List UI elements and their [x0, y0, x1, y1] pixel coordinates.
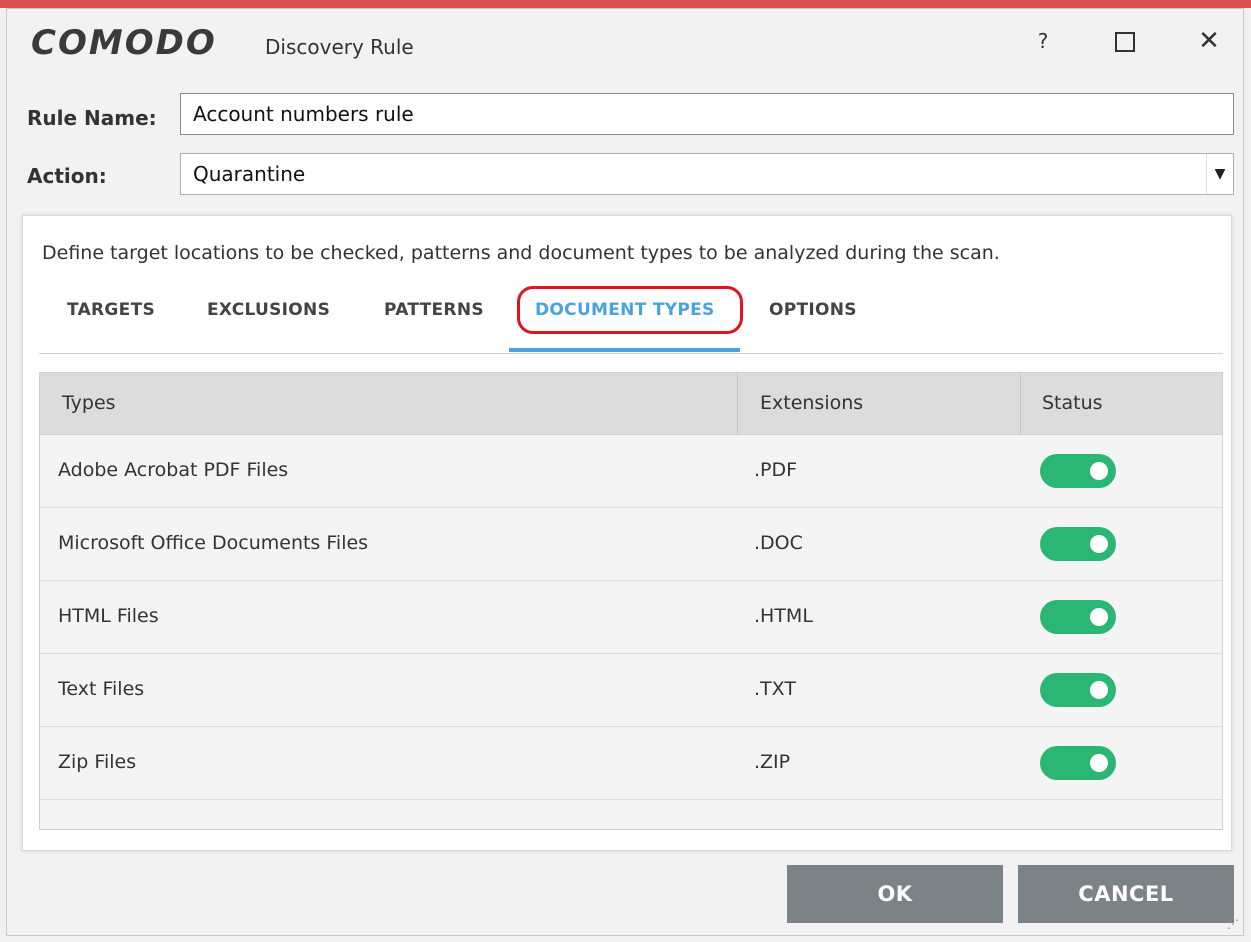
- status-toggle[interactable]: [1040, 527, 1116, 561]
- cell-type: HTML Files: [58, 605, 159, 627]
- table-row[interactable]: HTML Files .HTML: [40, 581, 1222, 654]
- tab-bar: TARGETS EXCLUSIONS PATTERNS DOCUMENT TYP…: [39, 286, 1223, 356]
- status-toggle[interactable]: [1040, 600, 1116, 634]
- cell-type: Adobe Acrobat PDF Files: [58, 459, 289, 481]
- action-select[interactable]: Quarantine ▼: [180, 153, 1234, 195]
- column-header-extensions[interactable]: Extensions: [760, 392, 863, 414]
- maximize-button[interactable]: [1107, 23, 1143, 59]
- cell-type: Text Files: [58, 678, 145, 700]
- resize-grip-icon[interactable]: ⋰: [1227, 917, 1239, 931]
- empty-row: [40, 800, 1222, 829]
- tab-patterns[interactable]: PATTERNS: [384, 300, 484, 320]
- toggle-knob: [1090, 535, 1108, 553]
- cell-type: Zip Files: [58, 751, 137, 773]
- rule-settings-panel: Define target locations to be checked, p…: [22, 215, 1232, 851]
- column-divider: [737, 373, 738, 435]
- toggle-knob: [1090, 608, 1108, 626]
- active-tab-indicator: [509, 348, 740, 352]
- close-button[interactable]: ✕: [1191, 23, 1227, 59]
- maximize-icon: [1115, 32, 1135, 52]
- comodo-logo: COMODO: [31, 23, 217, 63]
- column-divider: [1020, 373, 1021, 435]
- tab-options[interactable]: OPTIONS: [769, 300, 857, 320]
- ok-button[interactable]: OK: [787, 865, 1003, 923]
- tab-divider: [39, 353, 1223, 354]
- discovery-rule-dialog: COMODO Discovery Rule ? ✕ Rule Name: Acc…: [6, 8, 1244, 936]
- action-select-value: Quarantine: [193, 162, 306, 186]
- cell-extension: .PDF: [754, 459, 798, 481]
- dialog-title: Discovery Rule: [265, 35, 414, 59]
- status-toggle[interactable]: [1040, 454, 1116, 488]
- toggle-knob: [1090, 462, 1108, 480]
- cell-extension: .ZIP: [754, 751, 791, 773]
- document-types-table: Types Extensions Status Adobe Acrobat PD…: [39, 372, 1223, 830]
- cell-extension: .TXT: [754, 678, 796, 700]
- cell-extension: .HTML: [754, 605, 813, 627]
- table-header: Types Extensions Status: [40, 373, 1222, 435]
- cancel-button[interactable]: CANCEL: [1018, 865, 1234, 923]
- status-toggle[interactable]: [1040, 673, 1116, 707]
- title-bar: COMODO Discovery Rule ? ✕: [7, 9, 1243, 83]
- help-button[interactable]: ?: [1025, 23, 1061, 59]
- tab-targets[interactable]: TARGETS: [67, 300, 155, 320]
- table-row[interactable]: Microsoft Office Documents Files .DOC: [40, 508, 1222, 581]
- column-header-status[interactable]: Status: [1042, 392, 1103, 414]
- rule-name-label: Rule Name:: [27, 106, 157, 130]
- toggle-knob: [1090, 754, 1108, 772]
- cell-type: Microsoft Office Documents Files: [58, 532, 369, 554]
- tab-exclusions[interactable]: EXCLUSIONS: [207, 300, 330, 320]
- dropdown-arrow-icon[interactable]: ▼: [1206, 154, 1233, 194]
- table-row[interactable]: Text Files .TXT: [40, 654, 1222, 727]
- top-accent-bar: [0, 0, 1251, 8]
- tab-document-types[interactable]: DOCUMENT TYPES: [535, 300, 715, 320]
- panel-description: Define target locations to be checked, p…: [42, 242, 1000, 264]
- action-label: Action:: [27, 164, 107, 188]
- rule-name-input[interactable]: Account numbers rule: [180, 93, 1234, 135]
- table-row[interactable]: Adobe Acrobat PDF Files .PDF: [40, 435, 1222, 508]
- table-row[interactable]: Zip Files .ZIP: [40, 727, 1222, 800]
- column-header-types[interactable]: Types: [62, 392, 116, 414]
- toggle-knob: [1090, 681, 1108, 699]
- status-toggle[interactable]: [1040, 746, 1116, 780]
- cell-extension: .DOC: [754, 532, 803, 554]
